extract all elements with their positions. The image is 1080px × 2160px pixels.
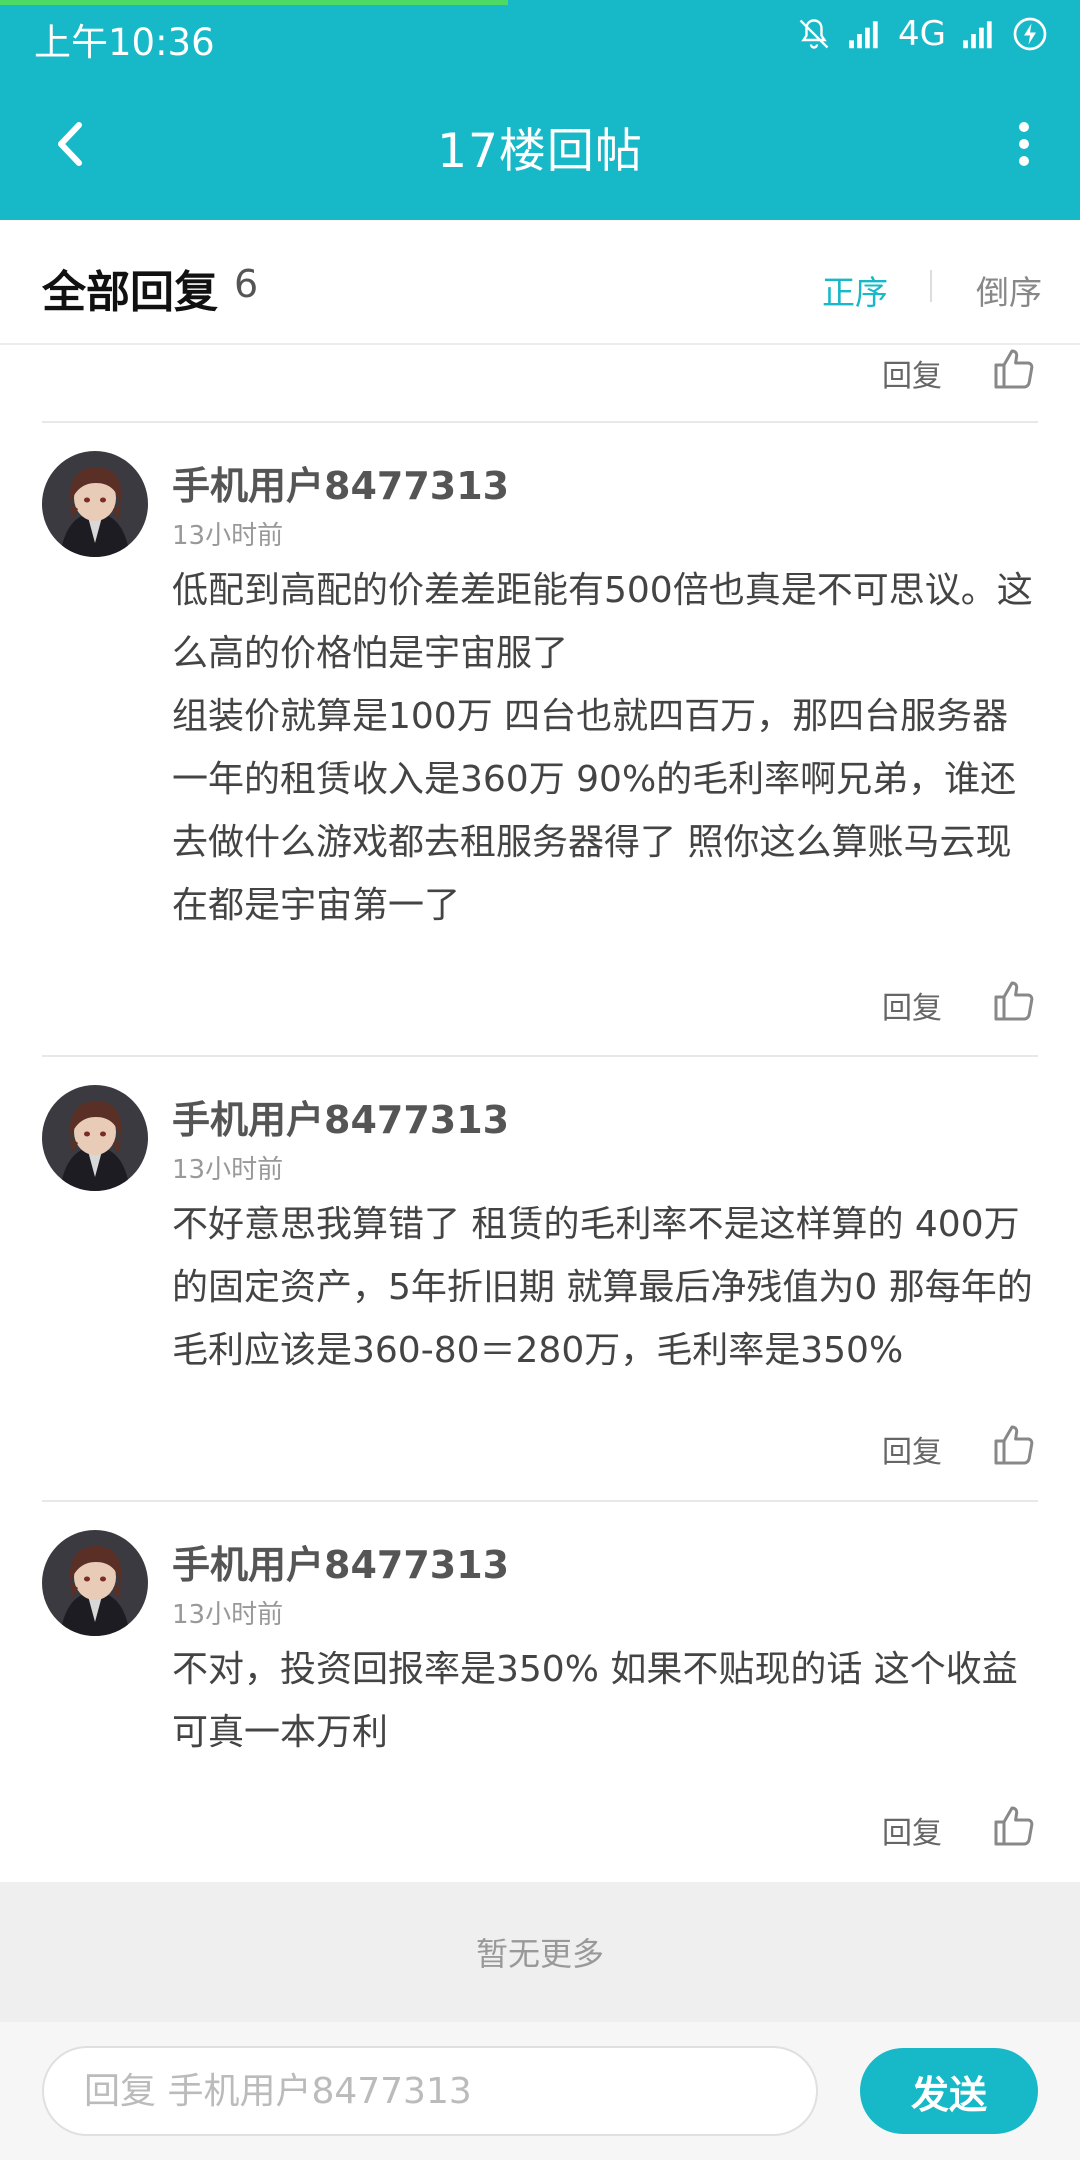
sort-descending-tab[interactable]: 倒序 [976,266,1042,314]
reply-username[interactable]: 手机用户8477313 [172,1534,509,1589]
previous-reply-actions: 回复 [0,345,1080,423]
reply-content: 不对，投资回报率是350% 如果不贴现的话 这个收益可真一本万利 [172,1649,1018,1753]
reply-button[interactable]: 回复 [882,983,942,1027]
status-bar: 上午10:36 4G [0,0,1080,68]
no-more-text: 暂无更多 [475,1935,604,1973]
avatar[interactable] [42,1085,148,1191]
reply-item: 手机用户8477313 13小时前 低配到高配的价差差距能有500倍也真是不可思… [0,423,1080,1057]
thumbs-up-icon[interactable] [990,1802,1038,1850]
status-icons: 4G [796,12,1048,56]
page-load-progress [0,0,508,5]
app-bar: 17楼回帖 [0,68,1080,220]
reply-count: 6 [234,262,259,306]
reply-button[interactable]: 回复 [882,1808,942,1852]
mute-bell-icon [799,19,829,49]
reply-button[interactable]: 回复 [882,351,942,395]
reply-content: 不好意思我算错了 租赁的毛利率不是这样算的 400万的固定资产，5年折旧期 就算… [172,1204,1033,1371]
signal-icon-2 [963,21,992,49]
reply-username[interactable]: 手机用户8477313 [172,1089,509,1144]
send-button[interactable]: 发送 [860,2048,1038,2134]
reply-time: 13小时前 [172,1155,284,1185]
thumbs-up-icon[interactable] [990,345,1038,393]
reply-username[interactable]: 手机用户8477313 [172,455,509,510]
no-more-indicator: 暂无更多 [0,1882,1080,2022]
status-time: 上午10:36 [34,21,215,64]
thumbs-up-icon[interactable] [990,977,1038,1025]
network-type: 4G [898,14,946,54]
all-replies-title: 全部回复 [42,267,218,318]
reply-input-bar: 发送 [0,2022,1080,2160]
replies-header: 全部回复 6 正序 倒序 [0,220,1080,345]
sort-divider [930,270,932,302]
reply-item: 手机用户8477313 13小时前 不好意思我算错了 租赁的毛利率不是这样算的 … [0,1057,1080,1502]
more-vertical-icon [1019,122,1029,166]
avatar[interactable] [42,1530,148,1636]
more-button[interactable] [1004,112,1044,176]
reply-content: 低配到高配的价差差距能有500倍也真是不可思议。这么高的价格怕是宇宙服了 组装价… [172,570,1033,926]
signal-icon [849,21,878,49]
reply-input[interactable] [42,2046,818,2136]
reply-time: 13小时前 [172,1600,284,1630]
sort-ascending-tab[interactable]: 正序 [822,266,888,314]
reply-item: 手机用户8477313 13小时前 不对，投资回报率是350% 如果不贴现的话 … [0,1502,1080,1882]
battery-charging-icon [1013,17,1047,51]
avatar[interactable] [42,451,148,557]
thumbs-up-icon[interactable] [990,1421,1038,1469]
page-title: 17楼回帖 [437,124,643,179]
reply-time: 13小时前 [172,521,284,551]
reply-button[interactable]: 回复 [882,1427,942,1471]
